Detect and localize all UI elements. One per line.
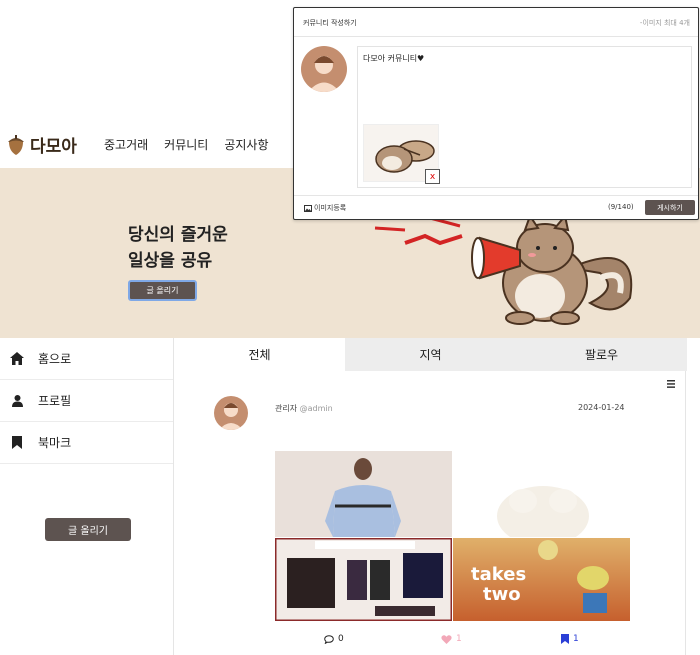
acorn-icon	[8, 134, 24, 155]
submit-post-button[interactable]: 게시하기	[645, 200, 695, 215]
char-count: (9/140)	[608, 203, 634, 211]
sidebar-item-profile[interactable]: 프로필	[0, 380, 173, 422]
post-content-textarea[interactable]: 다모아 커뮤니티♥ x	[357, 46, 692, 188]
post-author-handle: @admin	[299, 404, 333, 413]
logo-text: 다모아	[30, 137, 77, 157]
comment-count[interactable]: 0	[324, 634, 344, 644]
comment-count-value: 0	[338, 634, 344, 644]
squirrel-illustration	[374, 213, 633, 325]
modal-footer-divider	[294, 195, 698, 196]
sidebar-item-label: 북마크	[38, 436, 72, 450]
user-icon	[10, 394, 24, 408]
community-write-modal: 커뮤니티 작성하기 -이미지 최대 4개 다모아 커뮤니티♥ x 이미지등록 (…	[293, 7, 699, 220]
feed-tabs: 전체 지역 팔로우	[174, 338, 687, 371]
post-image-2[interactable]	[453, 451, 630, 537]
bookmark-filled-icon	[561, 634, 569, 644]
post-image-4[interactable]: takes two	[453, 538, 630, 621]
nav-notice[interactable]: 공지사항	[224, 136, 268, 153]
image-icon	[304, 204, 312, 212]
tab-local[interactable]: 지역	[345, 338, 516, 371]
like-count-value: 1	[456, 634, 462, 644]
logo[interactable]: 다모아	[6, 132, 77, 157]
bookmark-count[interactable]: 1	[561, 634, 579, 644]
bookmark-icon	[10, 436, 24, 450]
comment-icon	[324, 634, 334, 644]
home-icon	[10, 352, 24, 366]
game-title-art: takes	[471, 564, 526, 585]
nav-used-trade[interactable]: 중고거래	[104, 136, 148, 153]
modal-title: 커뮤니티 작성하기	[303, 19, 357, 27]
sidebar-item-label: 홈으로	[38, 352, 72, 366]
post-content-text: 다모아 커뮤니티♥	[363, 54, 425, 63]
post-author[interactable]: 관리자 @admin	[275, 403, 333, 414]
hero-line-1: 당신의 즐거운	[128, 225, 228, 245]
post-author-name: 관리자	[275, 404, 298, 413]
hero-write-button[interactable]: 글 올리기	[128, 280, 197, 301]
modal-user-avatar	[301, 46, 347, 92]
tab-follow[interactable]: 팔로우	[516, 338, 687, 371]
post-image-grid: takes two	[275, 451, 630, 621]
modal-image-limit-hint: -이미지 최대 4개	[639, 19, 690, 27]
left-sidebar: 홈으로 프로필 북마크 글 올리기	[0, 338, 173, 655]
main-nav: 중고거래 커뮤니티 공지사항	[104, 136, 269, 153]
menu-icon[interactable]	[667, 378, 675, 391]
sidebar-write-button[interactable]: 글 올리기	[45, 518, 131, 541]
tab-all[interactable]: 전체	[174, 338, 345, 371]
sidebar-item-label: 프로필	[38, 394, 72, 408]
image-upload-button[interactable]: 이미지등록	[304, 203, 346, 213]
heart-icon	[441, 634, 452, 644]
like-count[interactable]: 1	[441, 634, 462, 644]
bookmark-count-value: 1	[573, 634, 579, 644]
sidebar-item-home[interactable]: 홈으로	[0, 338, 173, 380]
modal-divider	[294, 36, 698, 37]
remove-image-button[interactable]: x	[425, 169, 440, 184]
sidebar-item-bookmark[interactable]: 북마크	[0, 422, 173, 464]
feed-panel: 전체 지역 팔로우 관리자 @admin 2024-01-24 takes tw…	[173, 338, 687, 655]
post-image-3[interactable]	[275, 538, 452, 621]
post-date: 2024-01-24	[578, 403, 625, 412]
post-author-avatar[interactable]	[214, 396, 248, 430]
image-upload-label: 이미지등록	[314, 204, 347, 212]
svg-text:two: two	[483, 584, 521, 605]
nav-community[interactable]: 커뮤니티	[164, 136, 208, 153]
attached-image-thumb: x	[363, 124, 440, 184]
post-image-1[interactable]	[275, 451, 452, 537]
hero-line-2: 일상을 공유	[128, 251, 213, 271]
